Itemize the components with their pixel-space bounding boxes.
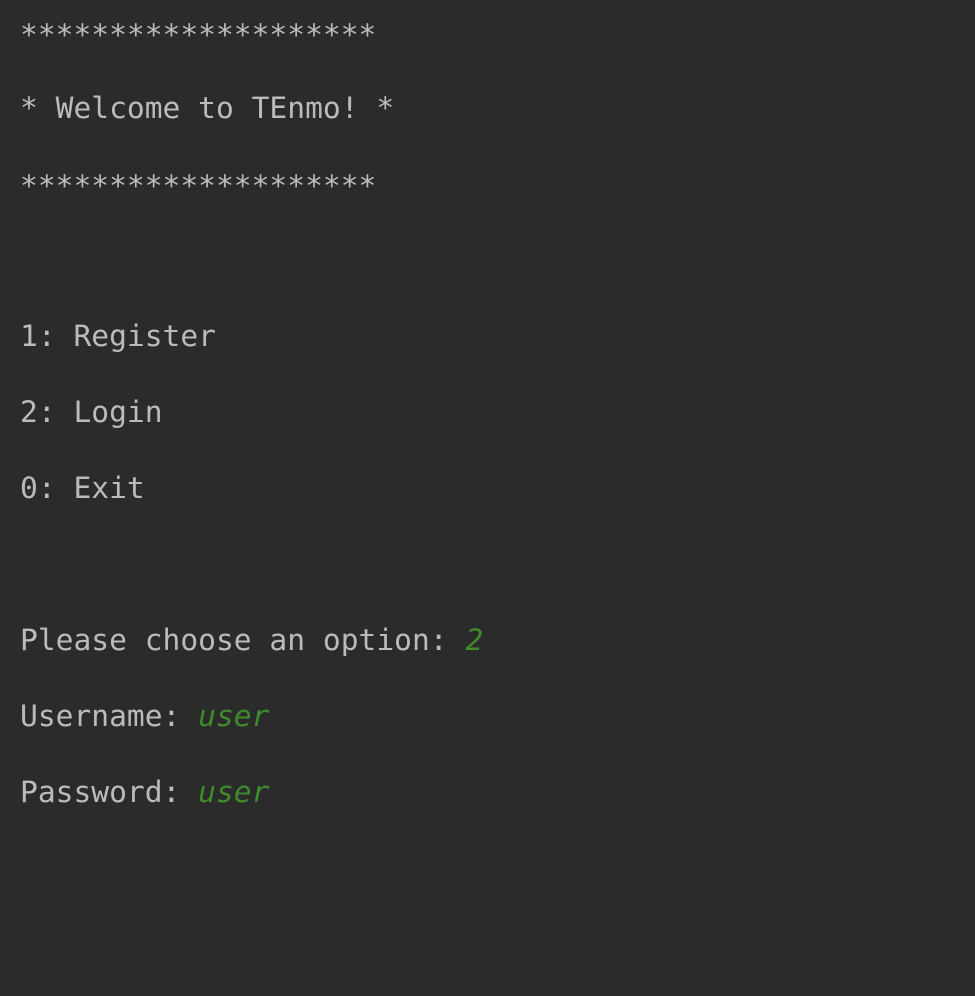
option-input-value: 2 [465, 623, 484, 657]
username-prompt-line: Username: user [20, 698, 269, 734]
menu-item-login: 2: Login [20, 395, 163, 429]
password-prompt-label: Password: [20, 775, 199, 809]
banner-top: ******************** [20, 18, 377, 52]
welcome-message: * Welcome to TEnmo! * [20, 91, 395, 125]
banner-bottom: ******************** [20, 169, 377, 203]
username-input-value: user [198, 699, 270, 733]
menu-item-exit: 0: Exit [20, 471, 145, 505]
username-prompt-label: Username: [20, 699, 199, 733]
option-prompt-line: Please choose an option: 2 [20, 622, 483, 658]
menu-item-register: 1: Register [20, 319, 216, 353]
option-prompt-label: Please choose an option: [20, 623, 466, 657]
console-output: ******************** * Welcome to TEnmo!… [0, 0, 975, 996]
password-input-value: user [198, 775, 270, 809]
password-prompt-line: Password: user [20, 774, 269, 810]
